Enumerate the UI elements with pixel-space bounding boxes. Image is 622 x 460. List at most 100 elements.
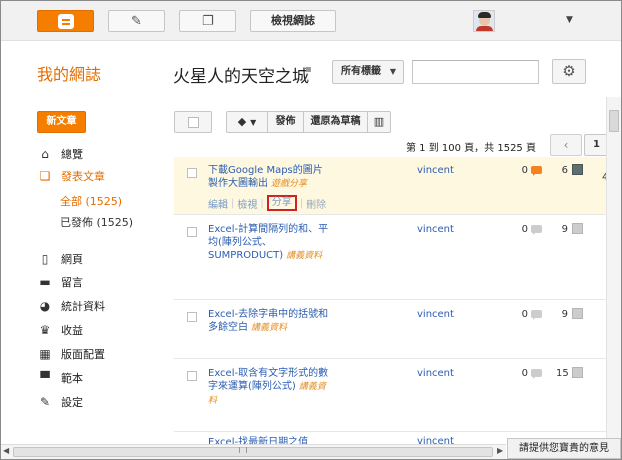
sidebar-item-label: 發表文章 xyxy=(61,170,105,183)
top-bar: ✎ ❐ 檢視網誌 ▼ xyxy=(1,1,621,41)
stats-graph-icon[interactable] xyxy=(572,367,583,378)
sidebar-item-settings[interactable]: ✎ 設定 xyxy=(37,393,83,411)
sidebar-item-label: 總覽 xyxy=(61,148,83,161)
post-author[interactable]: vincent xyxy=(417,368,454,379)
sidebar-item-comments[interactable]: ▬ 留言 xyxy=(37,273,83,291)
post-title-link[interactable]: Excel-計算間隔列的和、平均(陣列公式、SUMPRODUCT) 講義資料 xyxy=(208,223,330,263)
sidebar-item-label: 留言 xyxy=(61,276,83,289)
select-all-checkbox[interactable] xyxy=(174,111,212,133)
chevron-down-icon[interactable]: ▼ xyxy=(566,15,573,25)
sidebar-item-label: 網頁 xyxy=(61,253,83,266)
sidebar-item-posts[interactable]: ❏ 發表文章 xyxy=(37,167,105,185)
paint-roller-icon: ▀ xyxy=(40,371,50,385)
post-title-link[interactable]: Excel-去除字串中的括號和多餘空白 講義資料 xyxy=(208,308,330,335)
post-label[interactable]: 講義資料 xyxy=(251,323,287,333)
view-link[interactable]: 檢視 xyxy=(237,196,257,211)
row-actions: 編輯 | 檢視 | 分享 | 刪除 xyxy=(208,195,327,211)
row-checkbox[interactable] xyxy=(187,371,197,381)
new-post-pencil-button[interactable]: ✎ xyxy=(108,10,165,32)
view-count: 6 xyxy=(561,165,568,176)
comment-bubble-icon xyxy=(531,369,542,379)
chevron-left-icon: ‹ xyxy=(563,138,569,152)
scroll-right-icon[interactable]: ▶ xyxy=(497,446,503,455)
view-count: 9 xyxy=(561,309,568,320)
post-author[interactable]: vincent xyxy=(417,165,454,176)
feedback-button[interactable]: 請提供您寶貴的意見 xyxy=(507,438,621,459)
table-row[interactable]: Excel-取含有文字形式的數字來運算(陣列公式) 講義資料 vincent 0 … xyxy=(174,360,606,432)
comment-bubble-icon xyxy=(531,310,542,320)
pages-button[interactable]: ❐ xyxy=(179,10,236,32)
scrollbar-thumb[interactable] xyxy=(13,447,493,457)
blogger-logo-button[interactable] xyxy=(37,10,94,32)
stats-graph-icon[interactable] xyxy=(572,223,583,234)
my-blog-heading[interactable]: 我的網誌 xyxy=(37,61,101,85)
sidebar-item-label: 收益 xyxy=(61,324,83,337)
post-label[interactable]: 講義資料 xyxy=(286,251,322,261)
blog-title-marker: ▪ xyxy=(305,64,312,75)
post-actions-toolbar: ◆ ▼ 發佈 還原為草稿 ▥ xyxy=(226,111,391,133)
sidebar-item-template[interactable]: ▀ 範本 xyxy=(37,369,83,387)
comment-count: 0 xyxy=(521,368,528,379)
page-icon: ▯ xyxy=(41,252,49,266)
wrench-icon: ✎ xyxy=(39,395,51,409)
comment-icon: ▬ xyxy=(39,275,51,289)
row-checkbox[interactable] xyxy=(187,168,197,178)
table-row[interactable]: Excel-計算間隔列的和、平均(陣列公式、SUMPRODUCT) 講義資料 vi… xyxy=(174,216,606,300)
post-label[interactable]: 遊戲分享 xyxy=(271,179,307,189)
row-checkbox[interactable] xyxy=(187,227,197,237)
blogger-logo-icon xyxy=(58,14,74,29)
prev-page-button[interactable]: ‹ xyxy=(550,134,582,156)
trash-icon: ▥ xyxy=(373,115,385,128)
sidebar-item-overview[interactable]: ⌂ 總覽 xyxy=(37,145,83,163)
scroll-left-icon[interactable]: ◀ xyxy=(3,446,9,455)
stats-graph-icon[interactable] xyxy=(572,308,583,319)
vertical-scrollbar[interactable] xyxy=(606,97,621,443)
row-checkbox[interactable] xyxy=(187,312,197,322)
settings-button[interactable]: ⚙ xyxy=(552,59,586,84)
post-title-link[interactable]: 下載Google Maps的圖片製作大圖輸出 遊戲分享 xyxy=(208,164,330,191)
comment-count: 0 xyxy=(521,224,528,235)
sidebar-item-stats[interactable]: ◕ 統計資料 xyxy=(37,297,105,315)
layout-icon: ▦ xyxy=(39,347,51,361)
sidebar-item-label: 版面配置 xyxy=(61,348,105,361)
sidebar-item-earnings[interactable]: ♛ 收益 xyxy=(37,321,83,339)
chevron-down-icon: ▼ xyxy=(389,67,396,76)
post-author[interactable]: vincent xyxy=(417,309,454,320)
comment-bubble-icon xyxy=(531,225,542,235)
post-title-link[interactable]: Excel-取含有文字形式的數字來運算(陣列公式) 講義資料 xyxy=(208,367,330,408)
sidebar-item-label: 範本 xyxy=(61,372,83,385)
chevron-down-icon: ▼ xyxy=(250,118,257,127)
comment-count: 0 xyxy=(521,309,528,320)
sidebar-sub-all[interactable]: 全部 (1525) xyxy=(60,193,122,209)
labels-filter-label: 所有標籤 xyxy=(341,66,381,77)
horizontal-scrollbar[interactable]: ◀ ▶ xyxy=(1,444,506,459)
sidebar-sub-published[interactable]: 已發佈 (1525) xyxy=(60,214,133,230)
revert-to-draft-button[interactable]: 還原為草稿 xyxy=(303,111,368,133)
table-row[interactable]: 下載Google Maps的圖片製作大圖輸出遊戲分享 vincent 0 6 4… xyxy=(174,157,606,215)
row-extra-value: 4 xyxy=(602,172,606,183)
view-blog-button[interactable]: 檢視網誌 xyxy=(250,10,336,32)
home-icon: ⌂ xyxy=(41,147,49,161)
delete-button[interactable]: ▥ xyxy=(367,111,391,133)
posts-icon: ❏ xyxy=(39,169,51,183)
edit-link[interactable]: 編輯 xyxy=(208,196,228,211)
sidebar-item-pages[interactable]: ▯ 網頁 xyxy=(37,250,83,268)
delete-link[interactable]: 刪除 xyxy=(306,196,326,211)
pages-icon: ❐ xyxy=(202,14,214,29)
search-input[interactable] xyxy=(412,60,539,84)
comment-bubble-icon xyxy=(531,166,542,176)
share-link[interactable]: 分享 xyxy=(266,195,297,211)
label-dropdown-button[interactable]: ◆ ▼ xyxy=(226,111,268,133)
scrollbar-thumb[interactable] xyxy=(609,110,619,132)
pie-chart-icon: ◕ xyxy=(39,299,51,313)
sidebar-item-layout[interactable]: ▦ 版面配置 xyxy=(37,345,105,363)
avatar[interactable] xyxy=(473,10,495,32)
new-post-button[interactable]: 新文章 xyxy=(37,111,86,133)
post-author[interactable]: vincent xyxy=(417,224,454,235)
view-count: 15 xyxy=(556,368,569,379)
publish-button[interactable]: 發佈 xyxy=(267,111,304,133)
labels-filter-dropdown[interactable]: 所有標籤 ▼ xyxy=(332,60,404,84)
stats-graph-icon[interactable] xyxy=(572,164,583,175)
table-row[interactable]: Excel-去除字串中的括號和多餘空白 講義資料 vincent 0 9 xyxy=(174,301,606,359)
blog-title: 火星人的天空之城 xyxy=(173,67,309,87)
